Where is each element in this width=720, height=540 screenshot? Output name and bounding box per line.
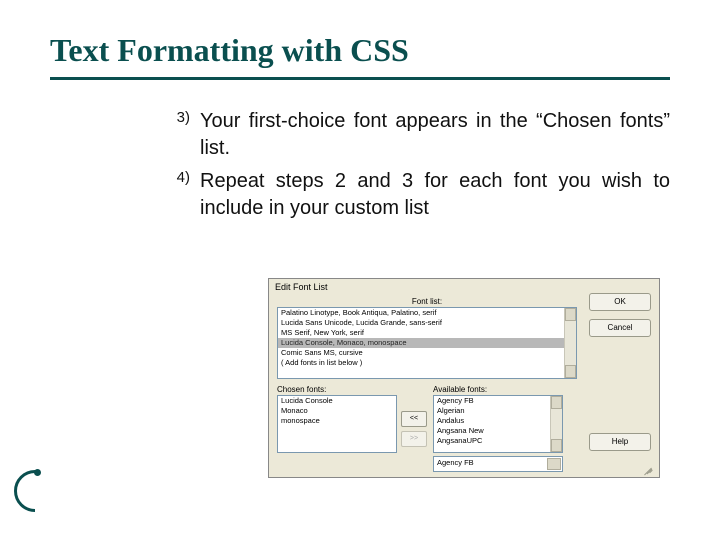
slide: Text Formatting with CSS 3) Your first-c… — [0, 0, 720, 540]
fontlist-label: Font list: — [277, 297, 577, 306]
chosen-label: Chosen fonts: — [277, 385, 397, 394]
step-text: Repeat steps 2 and 3 for each font you w… — [200, 170, 670, 219]
step-item: 3) Your first-choice font appears in the… — [160, 108, 670, 162]
font-list-item-selected[interactable]: Lucida Console, Monaco, monospace — [278, 338, 576, 348]
font-list-item[interactable]: Comic Sans MS, cursive — [278, 348, 576, 358]
available-label: Available fonts: — [433, 385, 563, 394]
move-buttons: << >> — [401, 385, 429, 472]
font-list-item[interactable]: MS Serif, New York, serif — [278, 328, 576, 338]
font-list[interactable]: Palatino Linotype, Book Antiqua, Palatin… — [277, 307, 577, 379]
help-button[interactable]: Help — [589, 433, 651, 451]
chosen-item[interactable]: Monaco — [278, 406, 396, 416]
step-item: 4) Repeat steps 2 and 3 for each font yo… — [160, 168, 670, 222]
available-item[interactable]: Agency FB — [434, 396, 562, 406]
available-column: Available fonts: Agency FB Algerian Anda… — [433, 385, 563, 472]
font-list-item[interactable]: Lucida Sans Unicode, Lucida Grande, sans… — [278, 318, 576, 328]
scrollbar[interactable] — [564, 308, 576, 378]
move-left-button[interactable]: << — [401, 411, 427, 427]
step-number: 3) — [160, 108, 190, 128]
available-selected-input[interactable]: Agency FB — [433, 456, 563, 472]
content-area: 3) Your first-choice font appears in the… — [50, 108, 670, 222]
font-list-item[interactable]: ( Add fonts in list below ) — [278, 358, 576, 368]
decorative-arc-icon — [14, 470, 56, 512]
available-item[interactable]: Andalus — [434, 416, 562, 426]
chosen-fonts-list[interactable]: Lucida Console Monaco monospace — [277, 395, 397, 453]
dialog-lower-row: Chosen fonts: Lucida Console Monaco mono… — [277, 385, 577, 472]
chosen-column: Chosen fonts: Lucida Console Monaco mono… — [277, 385, 397, 472]
step-list: 3) Your first-choice font appears in the… — [160, 108, 670, 222]
dialog-main: Font list: Palatino Linotype, Book Antiq… — [277, 297, 577, 472]
move-right-button[interactable]: >> — [401, 431, 427, 447]
step-number: 4) — [160, 168, 190, 188]
available-item[interactable]: AngsanaUPC — [434, 436, 562, 446]
cancel-button[interactable]: Cancel — [589, 319, 651, 337]
resize-grip-icon[interactable] — [643, 463, 653, 473]
font-list-item[interactable]: Palatino Linotype, Book Antiqua, Palatin… — [278, 308, 576, 318]
available-fonts-list[interactable]: Agency FB Algerian Andalus Angsana New A… — [433, 395, 563, 453]
available-item[interactable]: Algerian — [434, 406, 562, 416]
dialog-side-buttons: OK Cancel Help — [589, 293, 651, 459]
chosen-item[interactable]: Lucida Console — [278, 396, 396, 406]
available-item[interactable]: Angsana New — [434, 426, 562, 436]
slide-title: Text Formatting with CSS — [50, 32, 670, 80]
available-selected-text: Agency FB — [437, 458, 474, 467]
scrollbar[interactable] — [550, 396, 562, 452]
ok-button[interactable]: OK — [589, 293, 651, 311]
chosen-item[interactable]: monospace — [278, 416, 396, 426]
decorative-dot-icon — [34, 469, 41, 476]
edit-font-list-dialog: Edit Font List Font list: Palatino Linot… — [268, 278, 660, 478]
step-text: Your first-choice font appears in the “C… — [200, 110, 670, 159]
